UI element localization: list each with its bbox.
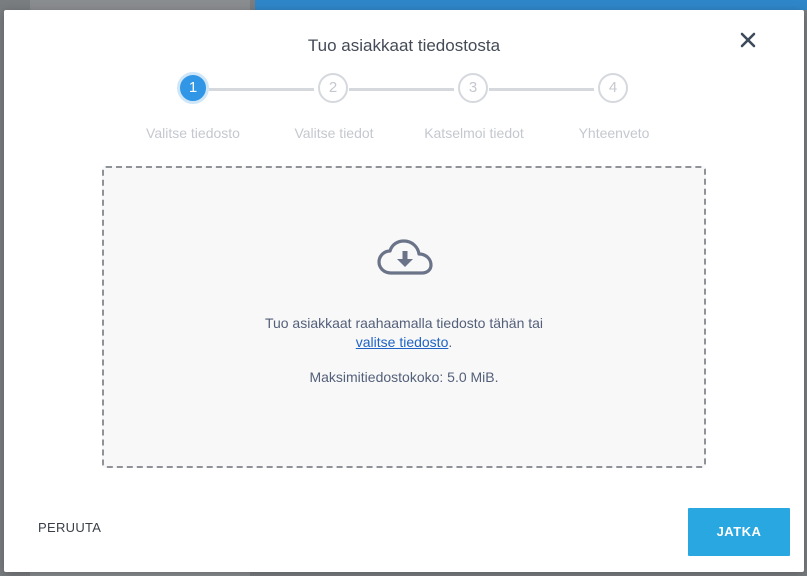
background-header-bar bbox=[255, 0, 807, 10]
dropzone-text-end: . bbox=[448, 334, 453, 350]
step-2-label: Valitse tiedot bbox=[294, 125, 374, 141]
step-1-indicator: 1 bbox=[177, 72, 209, 104]
step-1-label: Valitse tiedosto bbox=[146, 125, 240, 141]
cancel-button[interactable]: PERUUTA bbox=[24, 516, 115, 539]
step-3-label: Katselmoi tiedot bbox=[424, 125, 524, 141]
continue-button[interactable]: JATKA bbox=[688, 508, 790, 556]
choose-file-link[interactable]: valitse tiedosto bbox=[356, 334, 449, 350]
max-file-size: Maksimitiedostokoko: 5.0 MiB. bbox=[309, 369, 499, 385]
import-customers-dialog: Tuo asiakkaat tiedostosta 1 2 3 4 Valits… bbox=[4, 10, 804, 572]
import-stepper: 1 2 3 4 Valitse tiedosto Valitse tiedot … bbox=[4, 72, 804, 153]
dropzone-text: Tuo asiakkaat raahaamalla tiedosto tähän… bbox=[264, 315, 544, 331]
file-dropzone[interactable]: Tuo asiakkaat raahaamalla tiedosto tähän… bbox=[102, 166, 706, 468]
step-connector bbox=[349, 88, 454, 91]
step-4-label: Yhteenveto bbox=[578, 125, 650, 141]
step-2-indicator: 2 bbox=[318, 73, 348, 103]
cloud-download-icon bbox=[377, 238, 433, 278]
step-connector bbox=[489, 88, 594, 91]
close-button[interactable] bbox=[736, 28, 760, 52]
close-icon bbox=[740, 32, 756, 48]
dropzone-instructions: Tuo asiakkaat raahaamalla tiedosto tähän… bbox=[104, 314, 704, 352]
step-4-indicator: 4 bbox=[598, 73, 628, 103]
step-connector bbox=[209, 88, 314, 91]
step-3-indicator: 3 bbox=[458, 73, 488, 103]
dialog-title: Tuo asiakkaat tiedostosta bbox=[307, 36, 501, 55]
